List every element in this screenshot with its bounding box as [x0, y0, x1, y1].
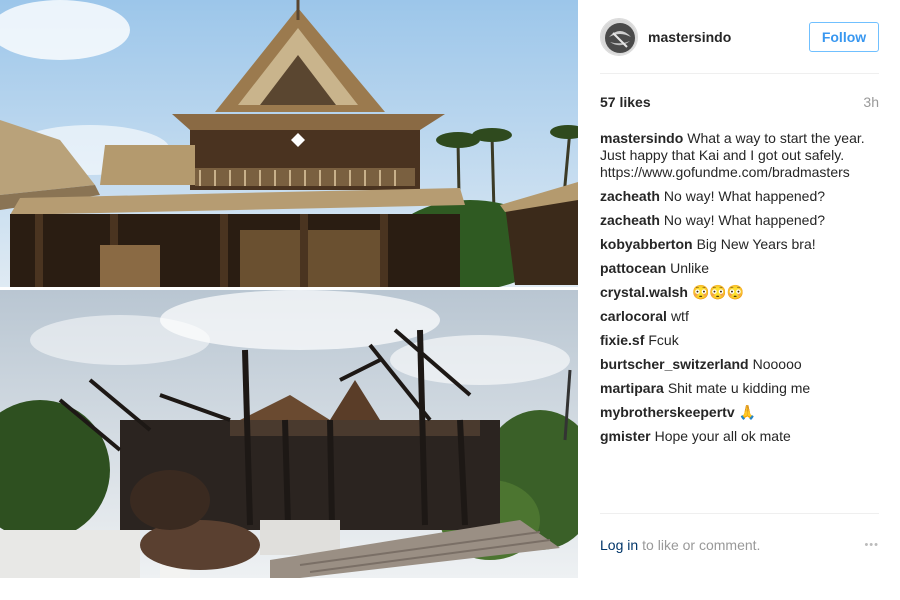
house-after-fire-image [0, 290, 578, 578]
caption-text-line-2: Just happy that Kai and I got out safely… [600, 147, 845, 163]
post-sidebar: mastersindo Follow 57 likes 3h mastersin… [578, 0, 900, 600]
post-caption: mastersindo What a way to start the year.… [600, 130, 885, 181]
footer-divider [600, 513, 879, 514]
comment-username[interactable]: crystal.walsh [600, 284, 688, 300]
comment-item: pattocean Unlike [600, 260, 885, 277]
comment-item: zacheath No way! What happened? [600, 188, 885, 205]
post-image[interactable] [0, 0, 578, 578]
comment-text: Fcuk [648, 332, 679, 348]
post-timestamp[interactable]: 3h [863, 94, 879, 110]
post-footer: Log in to like or comment. ••• [600, 537, 879, 553]
comment-username[interactable]: mybrotherskeepertv [600, 404, 735, 420]
caption-text-line-1: What a way to start the year. [687, 130, 865, 146]
praying-hands-emoji-icon: 🙏 [738, 404, 757, 420]
comment-username[interactable]: fixie.sf [600, 332, 644, 348]
post-stats: 57 likes 3h [600, 94, 879, 110]
likes-count[interactable]: 57 likes [600, 94, 651, 110]
comment-text: Big New Years bra! [696, 236, 816, 252]
comment-item: crystal.walsh 😳😳😳 [600, 284, 885, 301]
post-header: mastersindo Follow [600, 16, 879, 58]
comment-username[interactable]: carlocoral [600, 308, 667, 324]
comment-username[interactable]: pattocean [600, 260, 666, 276]
before-after-house-photo [0, 0, 578, 578]
avatar[interactable] [600, 18, 638, 56]
follow-button[interactable]: Follow [809, 22, 879, 52]
comment-text: Shit mate u kidding me [667, 380, 811, 396]
comment-item: burtscher_switzerland Nooooo [600, 356, 885, 373]
login-link[interactable]: Log in [600, 537, 638, 553]
comment-text: Unlike [670, 260, 710, 276]
header-divider [600, 73, 879, 74]
comment-text: No way! What happened? [663, 188, 826, 204]
comment-item: zacheath No way! What happened? [600, 212, 885, 229]
comment-username[interactable]: zacheath [600, 212, 660, 228]
comment-item: fixie.sf Fcuk [600, 332, 885, 349]
comment-text: wtf [670, 308, 689, 324]
avatar-image [601, 19, 637, 55]
comment-item: gmister Hope your all ok mate [600, 428, 885, 445]
caption-link[interactable]: https://www.gofundme.com/bradmasters [600, 164, 885, 181]
login-prompt-text: to like or comment. [642, 537, 761, 553]
comment-username[interactable]: gmister [600, 428, 651, 444]
comment-username[interactable]: zacheath [600, 188, 660, 204]
comment-item: kobyabberton Big New Years bra! [600, 236, 885, 253]
more-options-icon[interactable]: ••• [864, 539, 879, 551]
caption-username[interactable]: mastersindo [600, 130, 683, 146]
post-username[interactable]: mastersindo [648, 29, 731, 45]
flushed-emoji-icon: 😳😳😳 [691, 284, 745, 300]
comment-list: mastersindo What a way to start the year.… [600, 130, 885, 452]
comment-text: Nooooo [752, 356, 802, 372]
comment-item: martipara Shit mate u kidding me [600, 380, 885, 397]
comment-text: No way! What happened? [663, 212, 826, 228]
comment-item: mybrotherskeepertv 🙏 [600, 404, 885, 421]
comment-text: Hope your all ok mate [654, 428, 791, 444]
comment-item: carlocoral wtf [600, 308, 885, 325]
house-before-image [0, 0, 578, 290]
comment-username[interactable]: kobyabberton [600, 236, 693, 252]
comment-username[interactable]: burtscher_switzerland [600, 356, 749, 372]
comment-username[interactable]: martipara [600, 380, 664, 396]
